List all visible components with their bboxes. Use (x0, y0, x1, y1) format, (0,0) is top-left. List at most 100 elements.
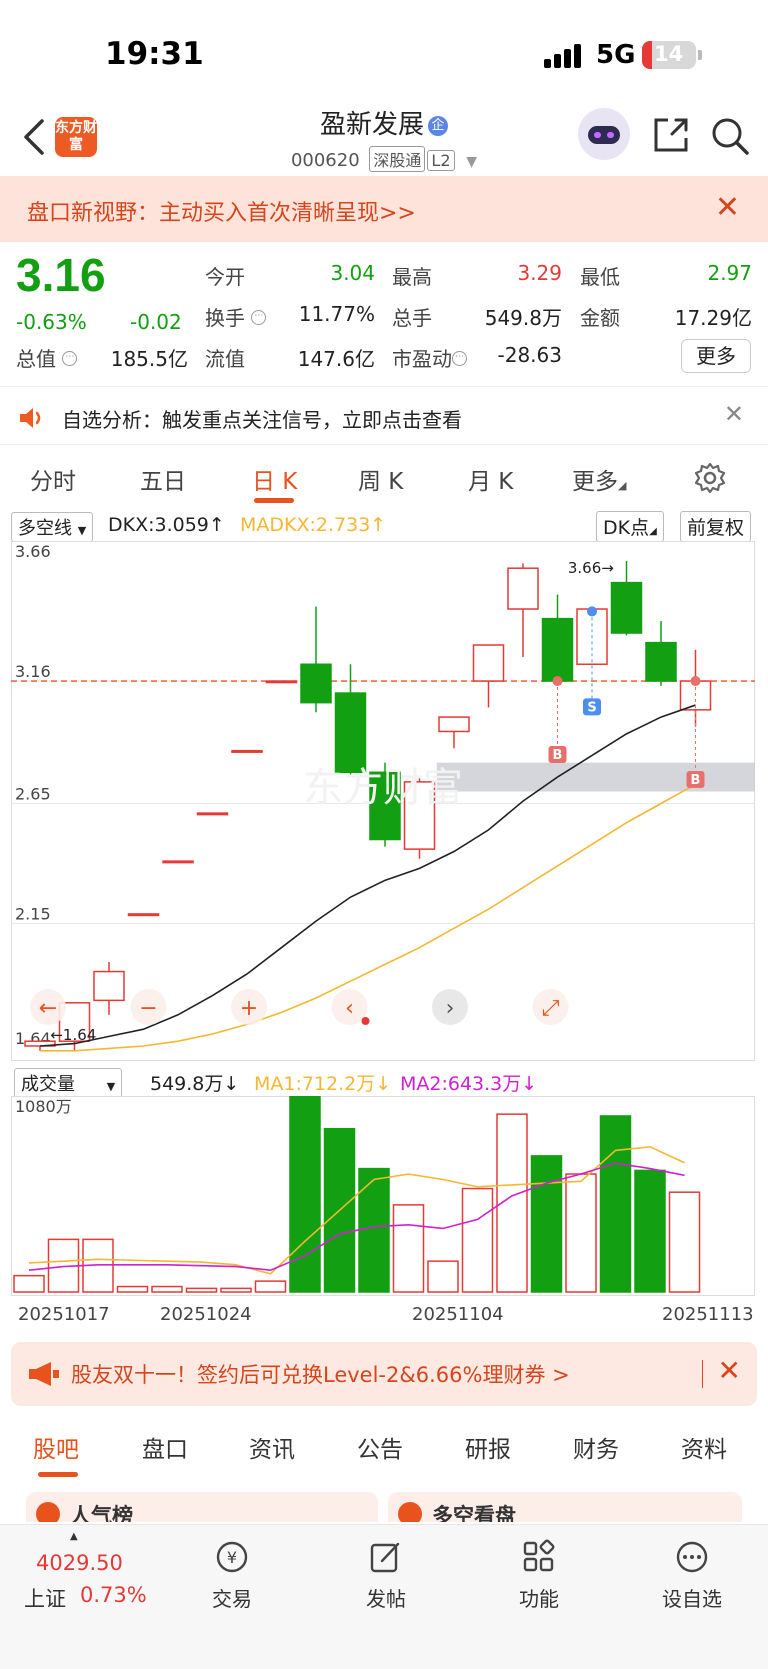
cards-peek: 人气榜 多空看盘 (0, 1492, 768, 1522)
tab-post[interactable]: 发帖 (326, 1583, 446, 1612)
max-price-label: 3.66→ (568, 559, 614, 577)
volume-bar (565, 1173, 597, 1293)
bull-bear-card[interactable]: 多空看盘 (388, 1492, 742, 1522)
low-value: 2.97 (707, 261, 752, 285)
adjust-button[interactable]: 前复权 (680, 511, 752, 542)
period-tabs: 分时 五日 日 K 周 K 月 K 更多◢ (0, 452, 768, 512)
bottom-tab-bar: ▲ 4029.50 上证 0.73% ¥ 交易 发帖 功能 设自选 (0, 1524, 768, 1669)
tab-function[interactable]: 功能 (479, 1583, 599, 1612)
turnover-value: 11.77% (298, 302, 375, 326)
popularity-card[interactable]: 人气榜 (26, 1492, 378, 1522)
tab-finance[interactable]: 财务 (573, 1430, 619, 1464)
open-label: 今开 (205, 265, 245, 289)
mktcap-label: 总值 ⋯ (16, 343, 78, 372)
tab-daily-k[interactable]: 日 K (252, 462, 297, 496)
float-label: 流值 (205, 347, 245, 371)
candle-body (541, 617, 574, 682)
ai-assistant-icon[interactable] (578, 108, 630, 160)
y-tick-label: 3.66 (15, 542, 51, 561)
tab-five-day[interactable]: 五日 (140, 462, 186, 496)
volume-ma1: MA1:712.2万↓ (254, 1073, 392, 1095)
enterprise-badge: 企 (428, 116, 448, 136)
settings-gear-icon[interactable] (694, 462, 726, 494)
content-tabs: 股吧 盘口 资讯 公告 研报 财务 资料 (0, 1420, 768, 1480)
volume-indicator-select[interactable]: 成交量 ▼ (14, 1068, 123, 1098)
date-label: 20251017 (18, 1304, 110, 1325)
sell-marker-dot (587, 606, 597, 617)
tab-trade[interactable]: 交易 (172, 1583, 292, 1612)
scroll-right-icon: › (446, 996, 455, 1021)
analysis-bar[interactable]: 自选分析：触发重点关注信号，立即点击查看 ✕ (0, 394, 768, 442)
status-time: 19:31 (105, 36, 204, 72)
dropdown-caret-icon: ▼ (466, 154, 478, 170)
stock-code: 000620 (290, 150, 360, 171)
candle-body (334, 692, 367, 774)
promo-banner[interactable]: 盘口新视野：主动买入首次清晰呈现>> ✕ (0, 176, 768, 242)
tab-profile[interactable]: 资料 (681, 1430, 727, 1464)
candle-body (162, 860, 194, 864)
zoom-out-icon: − (139, 996, 157, 1021)
buy-marker-dot (690, 676, 701, 687)
volume-bar (427, 1260, 459, 1293)
date-label: 20251104 (412, 1304, 504, 1325)
popularity-icon (36, 1502, 60, 1522)
date-label: 20251113 (662, 1304, 754, 1325)
index-change[interactable]: 0.73% (80, 1583, 147, 1607)
dk-point-button[interactable]: DK点◢ (596, 511, 664, 542)
share-icon[interactable] (652, 116, 690, 154)
tab-more[interactable]: 更多◢ (572, 462, 626, 496)
volume-chart[interactable]: 1080万 (11, 1096, 755, 1296)
tab-guba[interactable]: 股吧 (33, 1430, 79, 1464)
y-tick-label: 2.65 (15, 785, 51, 804)
volume-ma2: MA2:643.3万↓ (400, 1073, 538, 1095)
low-label: 最低 (580, 265, 620, 289)
analysis-text: 自选分析：触发重点关注信号，立即点击查看 (62, 408, 462, 432)
index-value[interactable]: 4029.50 (36, 1551, 123, 1575)
info-icon: ⋯ (251, 310, 267, 325)
trade-icon: ¥ (216, 1541, 248, 1573)
popularity-label: 人气榜 (70, 1504, 133, 1522)
tab-announcements[interactable]: 公告 (357, 1430, 403, 1464)
volume-bar (116, 1285, 149, 1293)
more-button[interactable]: 更多 (681, 339, 751, 373)
bull-bear-icon (398, 1502, 422, 1522)
volume-bar (530, 1155, 563, 1293)
candle-body (645, 641, 677, 682)
search-icon[interactable] (710, 116, 750, 156)
tab-monthly-k[interactable]: 月 K (468, 462, 513, 496)
volume-bar (185, 1287, 218, 1293)
watermark: 东方财富 (303, 765, 463, 811)
close-icon[interactable]: ✕ (715, 190, 740, 225)
indicator-select[interactable]: 多空线 ▼ (11, 512, 94, 542)
sell-marker-label: S (587, 700, 596, 715)
promo-banner-text: 盘口新视野：主动买入首次清晰呈现>> (27, 201, 416, 226)
tab-weekly-k[interactable]: 周 K (358, 462, 403, 496)
close-icon[interactable]: ✕ (724, 400, 744, 428)
svg-text:¥: ¥ (227, 1548, 237, 1567)
candle-body (507, 567, 539, 610)
current-price: 3.16 (16, 249, 106, 301)
turnover-label: 换手 ⋯ (205, 302, 267, 331)
mktcap-value: 185.5亿 (110, 347, 188, 371)
support-band (436, 762, 755, 792)
tab-add-watchlist[interactable]: 设自选 (632, 1583, 752, 1612)
open-value: 3.04 (330, 261, 375, 285)
volume-value: 549.8万 (484, 306, 562, 330)
stock-name: 盈新发展 (319, 110, 424, 140)
candlestick-chart[interactable]: 3.663.162.652.151.643.66→←1.64BSB← − + ‹ › ⤢东… (11, 541, 755, 1061)
candle-body (265, 680, 298, 684)
volume-bar (254, 1280, 287, 1293)
index-name[interactable]: 上证 (24, 1583, 66, 1613)
divider (0, 444, 768, 445)
min-price-label: ←1.64 (50, 1026, 96, 1044)
tab-intraday[interactable]: 分时 (30, 462, 76, 496)
date-label: 20251024 (160, 1304, 252, 1325)
tab-research[interactable]: 研报 (465, 1430, 511, 1464)
level2-promo-banner[interactable]: 股友双十一！签约后可兑换Level-2&6.66%理财券 > ✕ (11, 1342, 757, 1406)
volume-value: 549.8万↓ (150, 1073, 240, 1095)
volume-bar (151, 1285, 183, 1293)
tab-news[interactable]: 资讯 (249, 1430, 295, 1464)
tab-pankou[interactable]: 盘口 (142, 1430, 188, 1464)
volume-bar (599, 1115, 632, 1293)
close-icon[interactable]: ✕ (718, 1354, 741, 1387)
